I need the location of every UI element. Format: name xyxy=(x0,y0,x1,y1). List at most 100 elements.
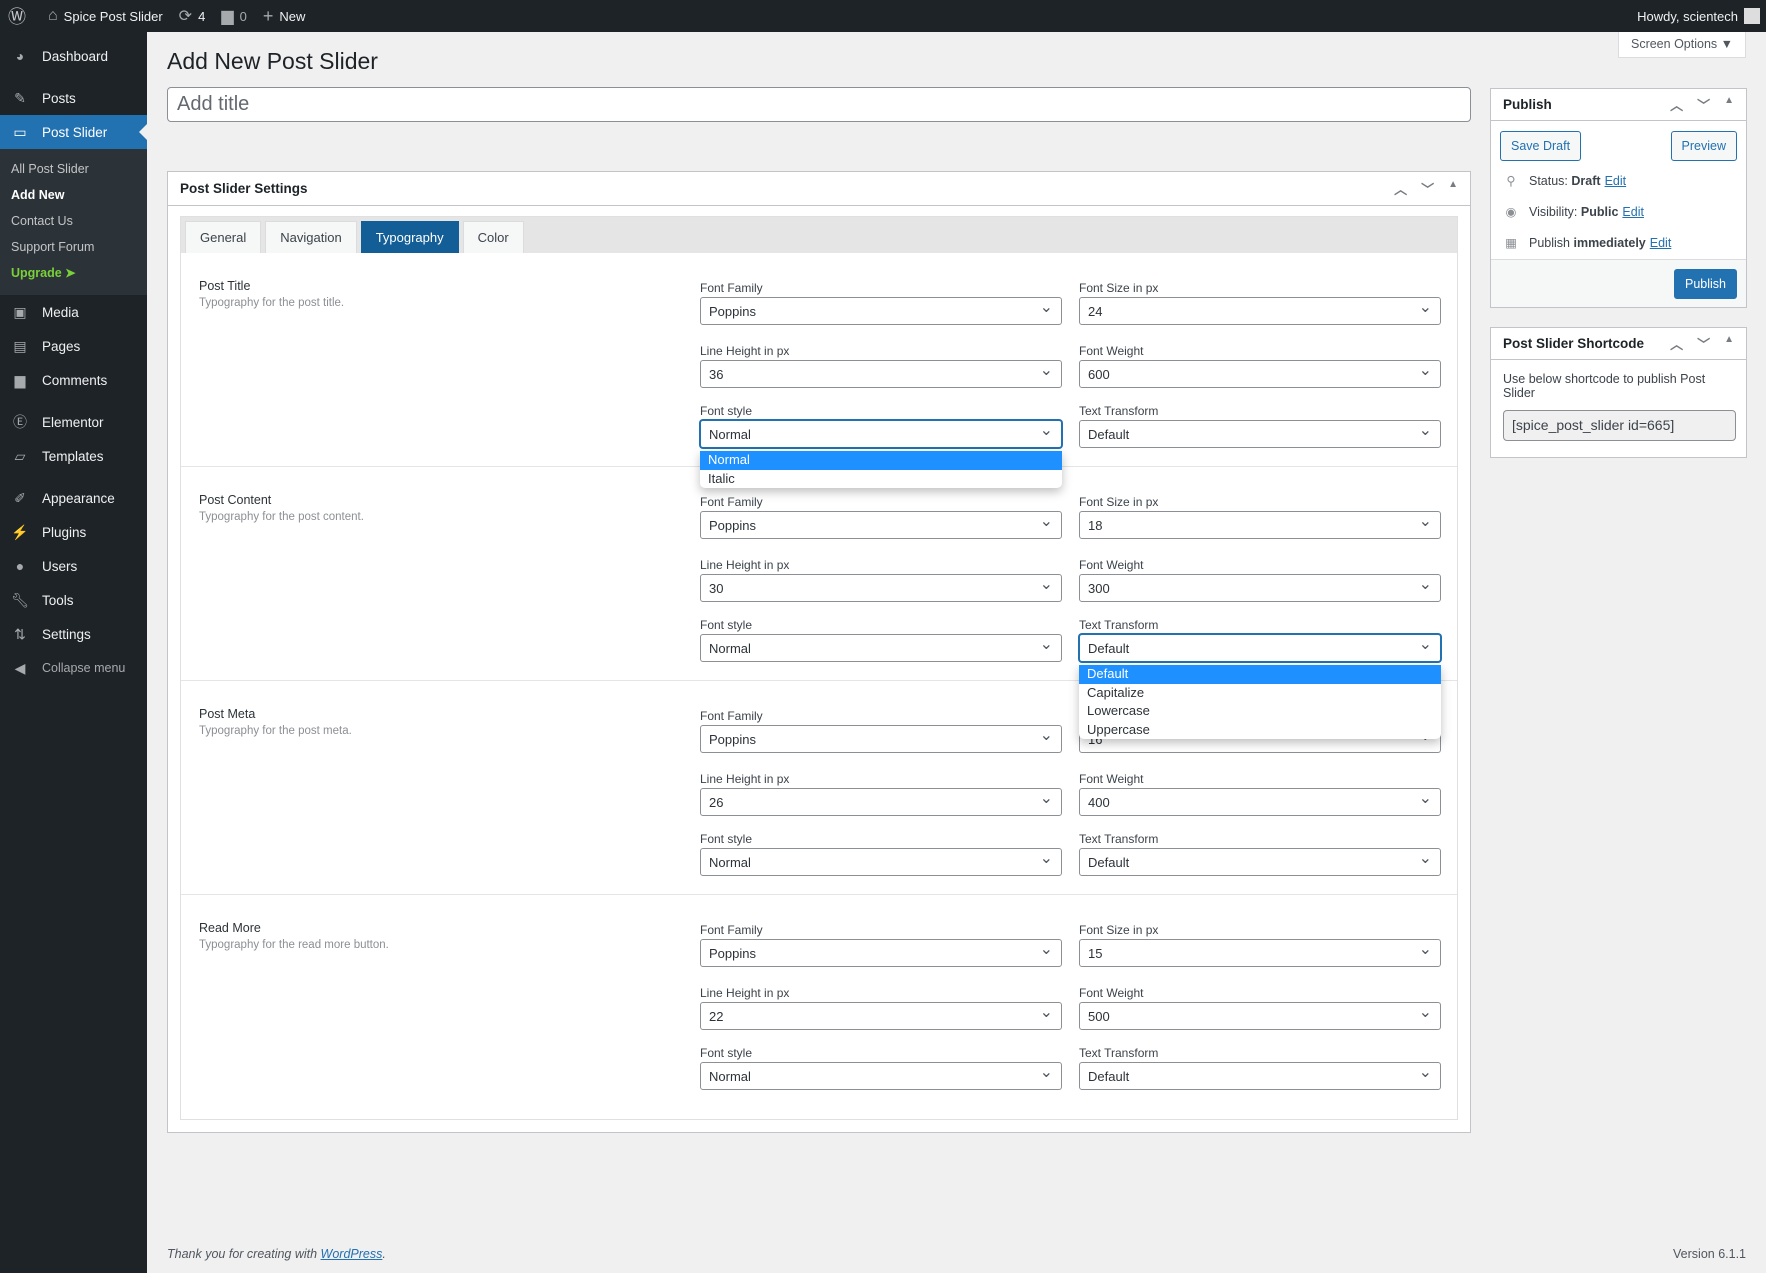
collapse-menu-button[interactable]: ◀ Collapse menu xyxy=(0,651,147,685)
font-style-select[interactable]: Normal ⌄ xyxy=(700,848,1062,876)
site-name-link[interactable]: ⌂ Spice Post Slider xyxy=(40,0,171,32)
submenu-support-forum[interactable]: Support Forum xyxy=(0,234,147,260)
font-family-select[interactable]: Poppins ⌄ xyxy=(700,297,1062,325)
wordpress-link[interactable]: WordPress xyxy=(321,1247,383,1261)
font-family-select[interactable]: Poppins ⌄ xyxy=(700,939,1062,967)
font-family-select[interactable]: Poppins ⌄ xyxy=(700,511,1062,539)
toggle-panel-icon[interactable]: ▲ xyxy=(1724,95,1734,114)
home-icon: ⌂ xyxy=(48,7,58,24)
sidebar-item-appearance[interactable]: ✐ Appearance xyxy=(0,481,147,515)
shortcode-box-header: Post Slider Shortcode ︿ ﹀ ▲ xyxy=(1491,328,1746,360)
my-account-link[interactable]: Howdy, scientech xyxy=(1629,0,1766,32)
text-transform-select[interactable]: Default ⌄ xyxy=(1079,848,1441,876)
move-down-icon[interactable]: ﹀ xyxy=(1697,95,1710,114)
edit-visibility-link[interactable]: Edit xyxy=(1622,205,1644,219)
submenu-upgrade[interactable]: Upgrade ➤ xyxy=(0,260,147,286)
dropdown-option[interactable]: Default xyxy=(1079,665,1441,684)
move-up-icon[interactable]: ︿ xyxy=(1670,334,1683,353)
font-weight-field: Font Weight 400 ⌄ xyxy=(1079,772,1441,816)
font-weight-select[interactable]: 300 ⌄ xyxy=(1079,574,1441,602)
edit-schedule-link[interactable]: Edit xyxy=(1650,236,1672,250)
section-title: Read More xyxy=(199,921,261,935)
comment-icon: ▆ xyxy=(221,8,234,25)
footer-period: . xyxy=(382,1247,386,1261)
font-weight-select[interactable]: 600 ⌄ xyxy=(1079,360,1441,388)
font-style-select[interactable]: Normal ⌄ xyxy=(700,420,1062,448)
screen-options-button[interactable]: Screen Options ▼ xyxy=(1617,32,1746,58)
updates-link[interactable]: ⟳ 4 xyxy=(171,0,214,32)
shortcode-desc: Use below shortcode to publish Post Slid… xyxy=(1503,372,1706,400)
sidebar-item-post-slider[interactable]: ▭ Post Slider xyxy=(0,115,147,149)
submenu-contact-us[interactable]: Contact Us xyxy=(0,208,147,234)
font-family-field: Font Family Poppins ⌄ xyxy=(700,495,1062,539)
sidebar-item-templates[interactable]: ▱ Templates xyxy=(0,439,147,473)
font-size-select[interactable]: 18 ⌄ xyxy=(1079,511,1441,539)
select-value: 30 xyxy=(709,580,724,596)
font-weight-select[interactable]: 500 ⌄ xyxy=(1079,1002,1441,1030)
shortcode-field[interactable]: [spice_post_slider id=665] xyxy=(1503,410,1736,441)
sidebar-item-plugins[interactable]: ⚡ Plugins xyxy=(0,515,147,549)
text-transform-select[interactable]: Default ⌄ xyxy=(1079,634,1441,662)
font-size-select[interactable]: 24 ⌄ xyxy=(1079,297,1441,325)
submenu-add-new[interactable]: Add New xyxy=(0,182,147,208)
tab-general[interactable]: General xyxy=(185,221,262,253)
sidebar-item-tools[interactable]: 🔧︎ Tools xyxy=(0,583,147,617)
sidebar-item-posts[interactable]: ✎ Posts xyxy=(0,81,147,115)
tab-color[interactable]: Color xyxy=(462,221,524,253)
font-family-label: Font Family xyxy=(700,495,763,509)
chevron-down-icon: ⌄ xyxy=(1039,941,1053,958)
sidebar-item-dashboard[interactable]: ◕ Dashboard xyxy=(0,39,147,73)
sidebar-item-pages[interactable]: ▤ Pages xyxy=(0,329,147,363)
sidebar-item-label: Templates xyxy=(42,448,104,464)
text-transform-field: Text Transform Default ⌄ Default Capitalize L… xyxy=(1079,618,1441,739)
chevron-down-icon: ⌄ xyxy=(1039,1004,1053,1021)
move-down-icon[interactable]: ﹀ xyxy=(1421,179,1434,198)
sidebar-item-label: Posts xyxy=(42,90,76,106)
preview-button[interactable]: Preview xyxy=(1670,131,1737,161)
submenu-all-post-slider[interactable]: All Post Slider xyxy=(0,156,147,182)
edit-status-link[interactable]: Edit xyxy=(1605,174,1627,188)
toggle-panel-icon[interactable]: ▲ xyxy=(1724,334,1734,353)
select-value: 15 xyxy=(1088,945,1103,961)
line-height-select[interactable]: 26 ⌄ xyxy=(700,788,1062,816)
font-style-select[interactable]: Normal ⌄ xyxy=(700,1062,1062,1090)
text-transform-select[interactable]: Default ⌄ xyxy=(1079,420,1441,448)
comments-link[interactable]: ▆ 0 xyxy=(213,0,255,32)
publish-button[interactable]: Publish xyxy=(1674,268,1737,299)
sidebar-item-users[interactable]: ● Users xyxy=(0,549,147,583)
wp-logo-menu[interactable]: Ⓦ xyxy=(0,0,40,32)
sidebar-item-settings[interactable]: ⇅ Settings xyxy=(0,617,147,651)
font-weight-select[interactable]: 400 ⌄ xyxy=(1079,788,1441,816)
move-up-icon[interactable]: ︿ xyxy=(1670,95,1683,114)
font-weight-field: Font Weight 500 ⌄ xyxy=(1079,986,1441,1030)
line-height-select[interactable]: 30 ⌄ xyxy=(700,574,1062,602)
sidebar-item-label: Users xyxy=(42,558,78,574)
settings-box-title: Post Slider Settings xyxy=(180,181,308,196)
line-height-label: Line Height in px xyxy=(700,344,790,358)
new-content-link[interactable]: + New xyxy=(255,0,314,32)
text-transform-select[interactable]: Default ⌄ xyxy=(1079,1062,1441,1090)
sidebar-item-comments[interactable]: ▆ Comments xyxy=(0,363,147,397)
font-family-select[interactable]: Poppins ⌄ xyxy=(700,725,1062,753)
text-transform-field: Text Transform Default ⌄ xyxy=(1079,832,1441,876)
font-size-select[interactable]: 15 ⌄ xyxy=(1079,939,1441,967)
move-down-icon[interactable]: ﹀ xyxy=(1697,334,1710,353)
dropdown-option[interactable]: Uppercase xyxy=(1079,721,1441,740)
sidebar-item-label: Appearance xyxy=(42,490,115,506)
text-transform-label: Text Transform xyxy=(1079,618,1159,632)
line-height-select[interactable]: 36 ⌄ xyxy=(700,360,1062,388)
publish-box-title: Publish xyxy=(1503,97,1552,112)
dropdown-option[interactable]: Lowercase xyxy=(1079,702,1441,721)
save-draft-button[interactable]: Save Draft xyxy=(1500,131,1582,161)
move-up-icon[interactable]: ︿ xyxy=(1394,179,1407,198)
toggle-panel-icon[interactable]: ▲ xyxy=(1448,179,1458,198)
sidebar-item-elementor[interactable]: Ⓔ Elementor xyxy=(0,405,147,439)
publish-box: Publish ︿ ﹀ ▲ Save Draft Preview ⚲ Statu… xyxy=(1490,88,1747,308)
tab-typography[interactable]: Typography xyxy=(360,221,459,253)
sidebar-item-media[interactable]: ▣ Media xyxy=(0,295,147,329)
font-style-select[interactable]: Normal ⌄ xyxy=(700,634,1062,662)
line-height-select[interactable]: 22 ⌄ xyxy=(700,1002,1062,1030)
dropdown-option[interactable]: Capitalize xyxy=(1079,684,1441,703)
title-input[interactable] xyxy=(167,87,1471,122)
tab-navigation[interactable]: Navigation xyxy=(265,221,357,253)
